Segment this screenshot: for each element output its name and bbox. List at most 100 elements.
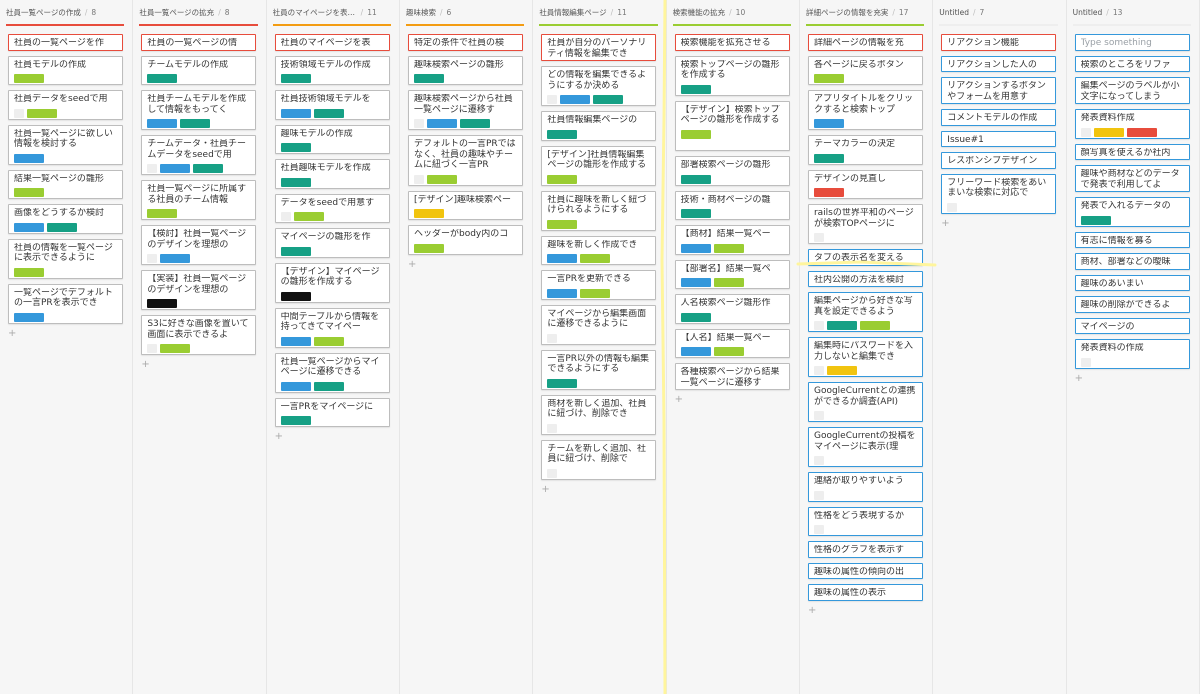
task-card[interactable]: 社員が自分のパーソナリティ情報を編集でき (541, 34, 657, 61)
task-card[interactable]: 結果一覧ページの雛形 (8, 169, 123, 199)
task-card[interactable]: 社内公開の方法を検討 (807, 270, 923, 287)
task-card[interactable]: 発表資料の作成 (1074, 339, 1190, 369)
task-card[interactable]: 連絡が取りやすいよう (807, 472, 923, 502)
task-card[interactable]: 【デザイン】マイページの雛形を作成する (274, 262, 390, 303)
task-card[interactable]: 【デザイン】検索トップページの雛形を作成する (674, 100, 790, 151)
column-header[interactable]: 社員情報編集ページ / 11 (533, 0, 665, 24)
task-card[interactable]: 詳細ページの情報を充 (807, 34, 923, 51)
task-card[interactable]: 社員データをseedで用 (8, 90, 123, 120)
task-card[interactable]: 特定の条件で社員の検 (407, 34, 523, 51)
task-card[interactable]: GoogleCurrentの投稿をマイページに表示(理 (807, 427, 923, 467)
task-card[interactable]: 顔写真を使えるか社内 (1074, 143, 1190, 160)
task-card[interactable]: 一言PRを更新できる (541, 270, 657, 300)
add-card-button[interactable]: + (1075, 373, 1083, 384)
task-card[interactable]: 社員モデルの作成 (8, 55, 123, 85)
task-card[interactable]: 社員チームモデルを作成して情報をもってく (141, 90, 257, 130)
task-card[interactable]: 社員一覧ページからマイページに遷移できる (274, 352, 390, 393)
column-header[interactable]: 社員一覧ページの拡充 / 8 (133, 0, 265, 24)
add-card-button[interactable]: + (408, 259, 416, 270)
task-card[interactable]: [デザイン]社員情報編集ページの雛形を作成する (541, 145, 657, 186)
task-card[interactable]: 技術領域モデルの作成 (274, 55, 390, 85)
task-card[interactable]: [デザイン]趣味検索ペー (407, 190, 523, 220)
task-card[interactable]: 検索トップページの雛形を作成する (674, 55, 790, 96)
task-card[interactable]: 趣味を新しく作成でき (541, 235, 657, 265)
task-card[interactable]: リアクションするボタンやフォームを用意す (941, 77, 1057, 104)
task-card[interactable]: 性格をどう表現するか (807, 506, 923, 536)
column-header[interactable]: Untitled / 13 (1067, 0, 1199, 24)
task-card[interactable]: 趣味や商材などのデータで発表で利用してよ (1074, 165, 1190, 192)
task-card[interactable]: GoogleCurrentとの連携ができるか調査(API) (807, 382, 923, 422)
task-card[interactable]: 編集ページから好きな写真を設定できるよう (807, 292, 923, 332)
task-card[interactable]: テーマカラーの決定 (807, 135, 923, 165)
add-card-button[interactable]: + (141, 360, 149, 370)
add-card-button[interactable]: + (541, 484, 549, 495)
task-card[interactable]: 趣味の削除ができるよ (1074, 296, 1190, 313)
column-header[interactable]: 検索機能の拡充 / 10 (667, 0, 799, 24)
task-card[interactable]: 【実装】社員一覧ページのデザインを理想の (141, 270, 257, 310)
task-card[interactable]: マイページから編集画面に遷移できるように (541, 304, 657, 345)
column-header[interactable]: Untitled / 7 (933, 0, 1065, 24)
task-card[interactable]: 社員情報編集ページの (541, 111, 657, 141)
task-card[interactable]: 趣味の属性の表示 (807, 584, 923, 601)
task-card[interactable]: 社員に趣味を新しく紐づけられるようにする (541, 190, 657, 231)
column-header[interactable]: 趣味検索 / 6 (400, 0, 532, 24)
task-card[interactable]: デザインの見直し (807, 169, 923, 199)
task-card[interactable]: 有志に情報を募る (1074, 231, 1190, 248)
task-card[interactable]: 趣味検索ページの雛形 (407, 55, 523, 85)
task-card[interactable]: 性格のグラフを表示す (807, 541, 923, 558)
add-card-button[interactable]: + (275, 432, 283, 442)
add-card-button[interactable]: + (941, 218, 949, 229)
task-card[interactable]: 社員一覧ページに欲しい情報を検討する (8, 124, 123, 165)
task-card[interactable]: 社員技術領域モデルを (274, 90, 390, 120)
task-card[interactable]: 編集ページのラベルが小文字になってしまう (1074, 77, 1190, 104)
task-card[interactable]: チームデータ・社員チームデータをseedで用 (141, 135, 257, 175)
task-card[interactable]: 一言PRをマイページに (274, 397, 390, 427)
task-card[interactable]: 部署検索ページの雛形 (674, 156, 790, 186)
task-card[interactable]: リアクション機能 (941, 34, 1057, 51)
task-card[interactable]: マイページの (1074, 317, 1190, 334)
task-card[interactable]: レスポンシブデザイン (941, 152, 1057, 169)
task-card[interactable]: 各種検索ページから結果一覧ページに遷移す (674, 363, 790, 390)
task-card[interactable]: 社員の情報を一覧ページに表示できるように (8, 238, 123, 279)
task-card[interactable]: 人名検索ページ雛形作 (674, 294, 790, 324)
task-card[interactable]: 中間テーブルから情報を持ってきてマイペー (274, 307, 390, 348)
column-header[interactable]: 詳細ページの情報を充実 / 17 (800, 0, 932, 24)
task-card[interactable]: 【人名】結果一覧ペー (674, 328, 790, 358)
column-header[interactable]: 社員のマイページを表示… / 11 (267, 0, 399, 24)
task-card[interactable]: 発表資料作成 (1074, 109, 1190, 139)
task-card[interactable]: 技術・商材ページの雛 (674, 190, 790, 220)
task-card[interactable]: チームモデルの作成 (141, 55, 257, 85)
task-card[interactable]: 発表で入れるデータの (1074, 197, 1190, 227)
task-card[interactable]: リアクションした人の (941, 55, 1057, 72)
task-card[interactable]: Type something (1074, 34, 1190, 51)
task-card[interactable]: 検索機能を拡充させる (674, 34, 790, 51)
task-card[interactable]: タブの表示名を変える (807, 249, 923, 266)
task-card[interactable]: マイページの雛形を作 (274, 228, 390, 258)
task-card[interactable]: 趣味モデルの作成 (274, 124, 390, 154)
task-card[interactable]: 趣味のあいまい (1074, 274, 1190, 291)
task-card[interactable]: 編集時にパスワードを入力しないと編集でき (807, 337, 923, 377)
task-card[interactable]: 社員一覧ページに所属する社員のチーム情報 (141, 180, 257, 220)
add-card-button[interactable]: + (8, 328, 16, 339)
task-card[interactable]: Issue#1 (941, 130, 1057, 147)
task-card[interactable]: 検索のところをリファ (1074, 55, 1190, 72)
add-card-button[interactable]: + (808, 605, 816, 616)
task-card[interactable]: ヘッダーがbody内のコ (407, 225, 523, 255)
task-card[interactable]: 社員趣味モデルを作成 (274, 159, 390, 189)
task-card[interactable]: 【部署名】結果一覧ペ (674, 259, 790, 289)
add-card-button[interactable]: + (675, 395, 683, 405)
task-card[interactable]: デフォルトの一言PRではなく、社員の趣味やチームに紐づく一言PR (407, 135, 523, 186)
task-card[interactable]: 商材、部署などの曖昧 (1074, 253, 1190, 270)
task-card[interactable]: 社員の一覧ページを作 (8, 34, 123, 51)
task-card[interactable]: 趣味検索ページから社員一覧ページに遷移す (407, 90, 523, 130)
task-card[interactable]: チームを新しく追加、社員に紐づけ、削除で (541, 439, 657, 480)
task-card[interactable]: フリーワード検索をあいまいな検索に対応で (941, 173, 1057, 214)
task-card[interactable]: コメントモデルの作成 (941, 109, 1057, 126)
task-card[interactable]: 画像をどうするか検討 (8, 204, 123, 234)
task-card[interactable]: 【商材】結果一覧ペー (674, 225, 790, 255)
task-card[interactable]: データをseedで用意す (274, 193, 390, 223)
task-card[interactable]: railsの世界平和のページが検索TOPページに (807, 204, 923, 244)
task-card[interactable]: S3に好きな画像を置いて画面に表示できるよ (141, 315, 257, 355)
task-card[interactable]: 商材を新しく追加、社員に紐づけ、削除でき (541, 394, 657, 435)
task-card[interactable]: アプリタイトルをクリックすると検索トップ (807, 90, 923, 130)
